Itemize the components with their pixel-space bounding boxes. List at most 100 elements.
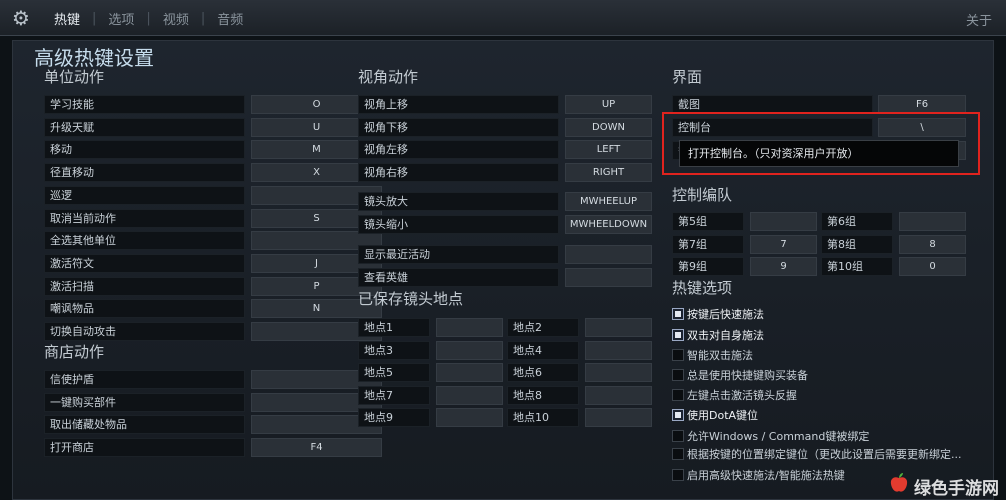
hotkey-label: 第6组: [821, 212, 893, 231]
hotkey-key-button[interactable]: [585, 363, 652, 382]
hotkey-row: 巡逻: [44, 185, 382, 205]
checkbox-checked-icon[interactable]: [672, 409, 684, 421]
hotkey-row: 取消当前动作 S: [44, 208, 382, 228]
checkbox-checked-icon[interactable]: [672, 329, 684, 341]
hotkey-row: 信使护盾: [44, 370, 382, 389]
tab-options[interactable]: 选项: [98, 9, 144, 28]
hotkey-row: 激活扫描 P: [44, 276, 382, 296]
hotkey-key-button[interactable]: RIGHT: [565, 163, 652, 182]
hotkey-row: 地点9: [358, 408, 503, 427]
hotkey-row: 地点4: [507, 340, 652, 360]
hotkey-key-button[interactable]: [436, 385, 503, 405]
hotkey-option-label: 根据按键的位置绑定键位（更改此设置后需要更新绑定...: [687, 448, 962, 461]
hotkey-key-button[interactable]: F4: [251, 438, 382, 458]
hotkey-key-button[interactable]: 0: [899, 257, 966, 277]
hotkey-row: 查看英雄: [358, 268, 652, 287]
hotkey-label: 信使护盾: [44, 370, 245, 389]
hotkey-label: 一键购买部件: [44, 392, 245, 412]
hotkey-label: 第8组: [821, 234, 893, 254]
hotkey-key-button[interactable]: [436, 408, 503, 427]
watermark: 绿色手游网: [884, 470, 1004, 499]
hotkey-label: 第5组: [672, 212, 744, 231]
hotkey-row: 第9组 9: [672, 257, 817, 277]
hotkey-key-button[interactable]: DOWN: [565, 118, 652, 137]
hotkey-row: 第7组 7: [672, 234, 817, 254]
hotkey-row: 视角下移 DOWN: [358, 118, 652, 137]
checkbox-unchecked-icon[interactable]: [672, 430, 684, 442]
hotkey-label: 全选其他单位: [44, 231, 245, 251]
hotkey-row: 地点8: [507, 385, 652, 405]
hotkey-key-button[interactable]: [899, 212, 966, 231]
tab-separator: |: [92, 10, 97, 26]
hotkey-label: 切换自动攻击: [44, 322, 245, 341]
hotkey-row: 地点7: [358, 385, 503, 405]
hotkey-key-button[interactable]: [565, 268, 652, 287]
hotkey-key-button[interactable]: [436, 363, 503, 382]
hotkey-key-button[interactable]: [585, 318, 652, 337]
hotkey-row: 激活符文 J: [44, 253, 382, 273]
hotkey-row: 全选其他单位: [44, 231, 382, 251]
hotkey-label: 地点5: [358, 363, 430, 382]
hotkey-row: 地点1: [358, 318, 503, 337]
hotkey-label: 地点7: [358, 385, 430, 405]
hotkey-key-button[interactable]: MWHEELUP: [565, 192, 652, 211]
section-title-camera-actions: 视角动作: [358, 68, 419, 86]
hotkey-label: 巡逻: [44, 185, 245, 205]
section-title-unit-actions: 单位动作: [44, 68, 105, 86]
hotkey-label: 取出储藏处物品: [44, 415, 245, 435]
hotkey-key-button[interactable]: [585, 340, 652, 360]
hotkey-option-label: 允许Windows / Command键被绑定: [687, 430, 870, 443]
hotkey-row: 打开商店 F4: [44, 438, 382, 458]
hotkey-key-button[interactable]: UP: [565, 95, 652, 114]
hotkey-row: 地点2: [507, 318, 652, 337]
hotkey-key-button[interactable]: 8: [899, 234, 966, 254]
checkbox-unchecked-icon[interactable]: [672, 369, 684, 381]
hotkey-label: 地点1: [358, 318, 430, 337]
hotkey-key-button[interactable]: [750, 212, 817, 231]
hotkey-key-button[interactable]: 7: [750, 234, 817, 254]
hotkey-row: 嘲讽物品 N: [44, 299, 382, 319]
checkbox-unchecked-icon[interactable]: [672, 448, 684, 460]
hotkey-label: 地点9: [358, 408, 430, 427]
checkbox-checked-icon[interactable]: [672, 308, 684, 320]
tab-hotkeys[interactable]: 热键: [44, 9, 90, 28]
hotkey-key-button[interactable]: [436, 340, 503, 360]
checkbox-unchecked-icon[interactable]: [672, 349, 684, 361]
hotkey-key-button[interactable]: [585, 385, 652, 405]
hotkey-key-button[interactable]: [585, 408, 652, 427]
hotkey-row: 径直移动 X: [44, 163, 382, 183]
hotkey-row: 地点10: [507, 408, 652, 427]
hotkey-row: 地点3: [358, 340, 503, 360]
about-link[interactable]: 关于: [966, 10, 992, 29]
hotkey-label: 嘲讽物品: [44, 299, 245, 319]
hotkey-row: 第6组: [821, 212, 966, 231]
gear-icon[interactable]: ⚙: [10, 7, 32, 29]
hotkey-row: 学习技能 O: [44, 95, 382, 114]
hotkey-key-button[interactable]: MWHEELDOWN: [565, 215, 652, 234]
hotkey-label: 取消当前动作: [44, 208, 245, 228]
hotkey-option-label: 总是使用快捷键购买装备: [687, 369, 808, 382]
checkbox-unchecked-icon[interactable]: [672, 469, 684, 481]
tab-audio[interactable]: 音频: [207, 9, 253, 28]
tab-video[interactable]: 视频: [153, 9, 199, 28]
hotkey-key-button[interactable]: 9: [750, 257, 817, 277]
hotkey-key-button[interactable]: LEFT: [565, 140, 652, 159]
hotkey-label: 视角下移: [358, 118, 559, 137]
checkbox-unchecked-icon[interactable]: [672, 389, 684, 401]
section-title-hotkey-options: 热键选项: [672, 279, 733, 297]
hotkey-key-button[interactable]: [565, 245, 652, 264]
console-tooltip: 打开控制台。（只对资深用户开放）: [679, 140, 959, 167]
hotkey-label: 学习技能: [44, 95, 245, 114]
hotkey-label: 显示最近活动: [358, 245, 559, 264]
hotkey-key-button[interactable]: [436, 318, 503, 337]
hotkey-label: 第7组: [672, 234, 744, 254]
hotkey-row: 视角左移 LEFT: [358, 140, 652, 159]
hotkey-label: 升级天赋: [44, 117, 245, 137]
hotkey-label: 视角左移: [358, 140, 559, 159]
watermark-text: 绿色手游网: [914, 479, 999, 499]
hotkey-row: 地点5: [358, 363, 503, 382]
hotkey-option-label: 智能双击施法: [687, 349, 753, 362]
hotkey-label: 地点4: [507, 340, 579, 360]
hotkey-label: 镜头缩小: [358, 215, 559, 234]
hotkey-label: 地点10: [507, 408, 579, 427]
